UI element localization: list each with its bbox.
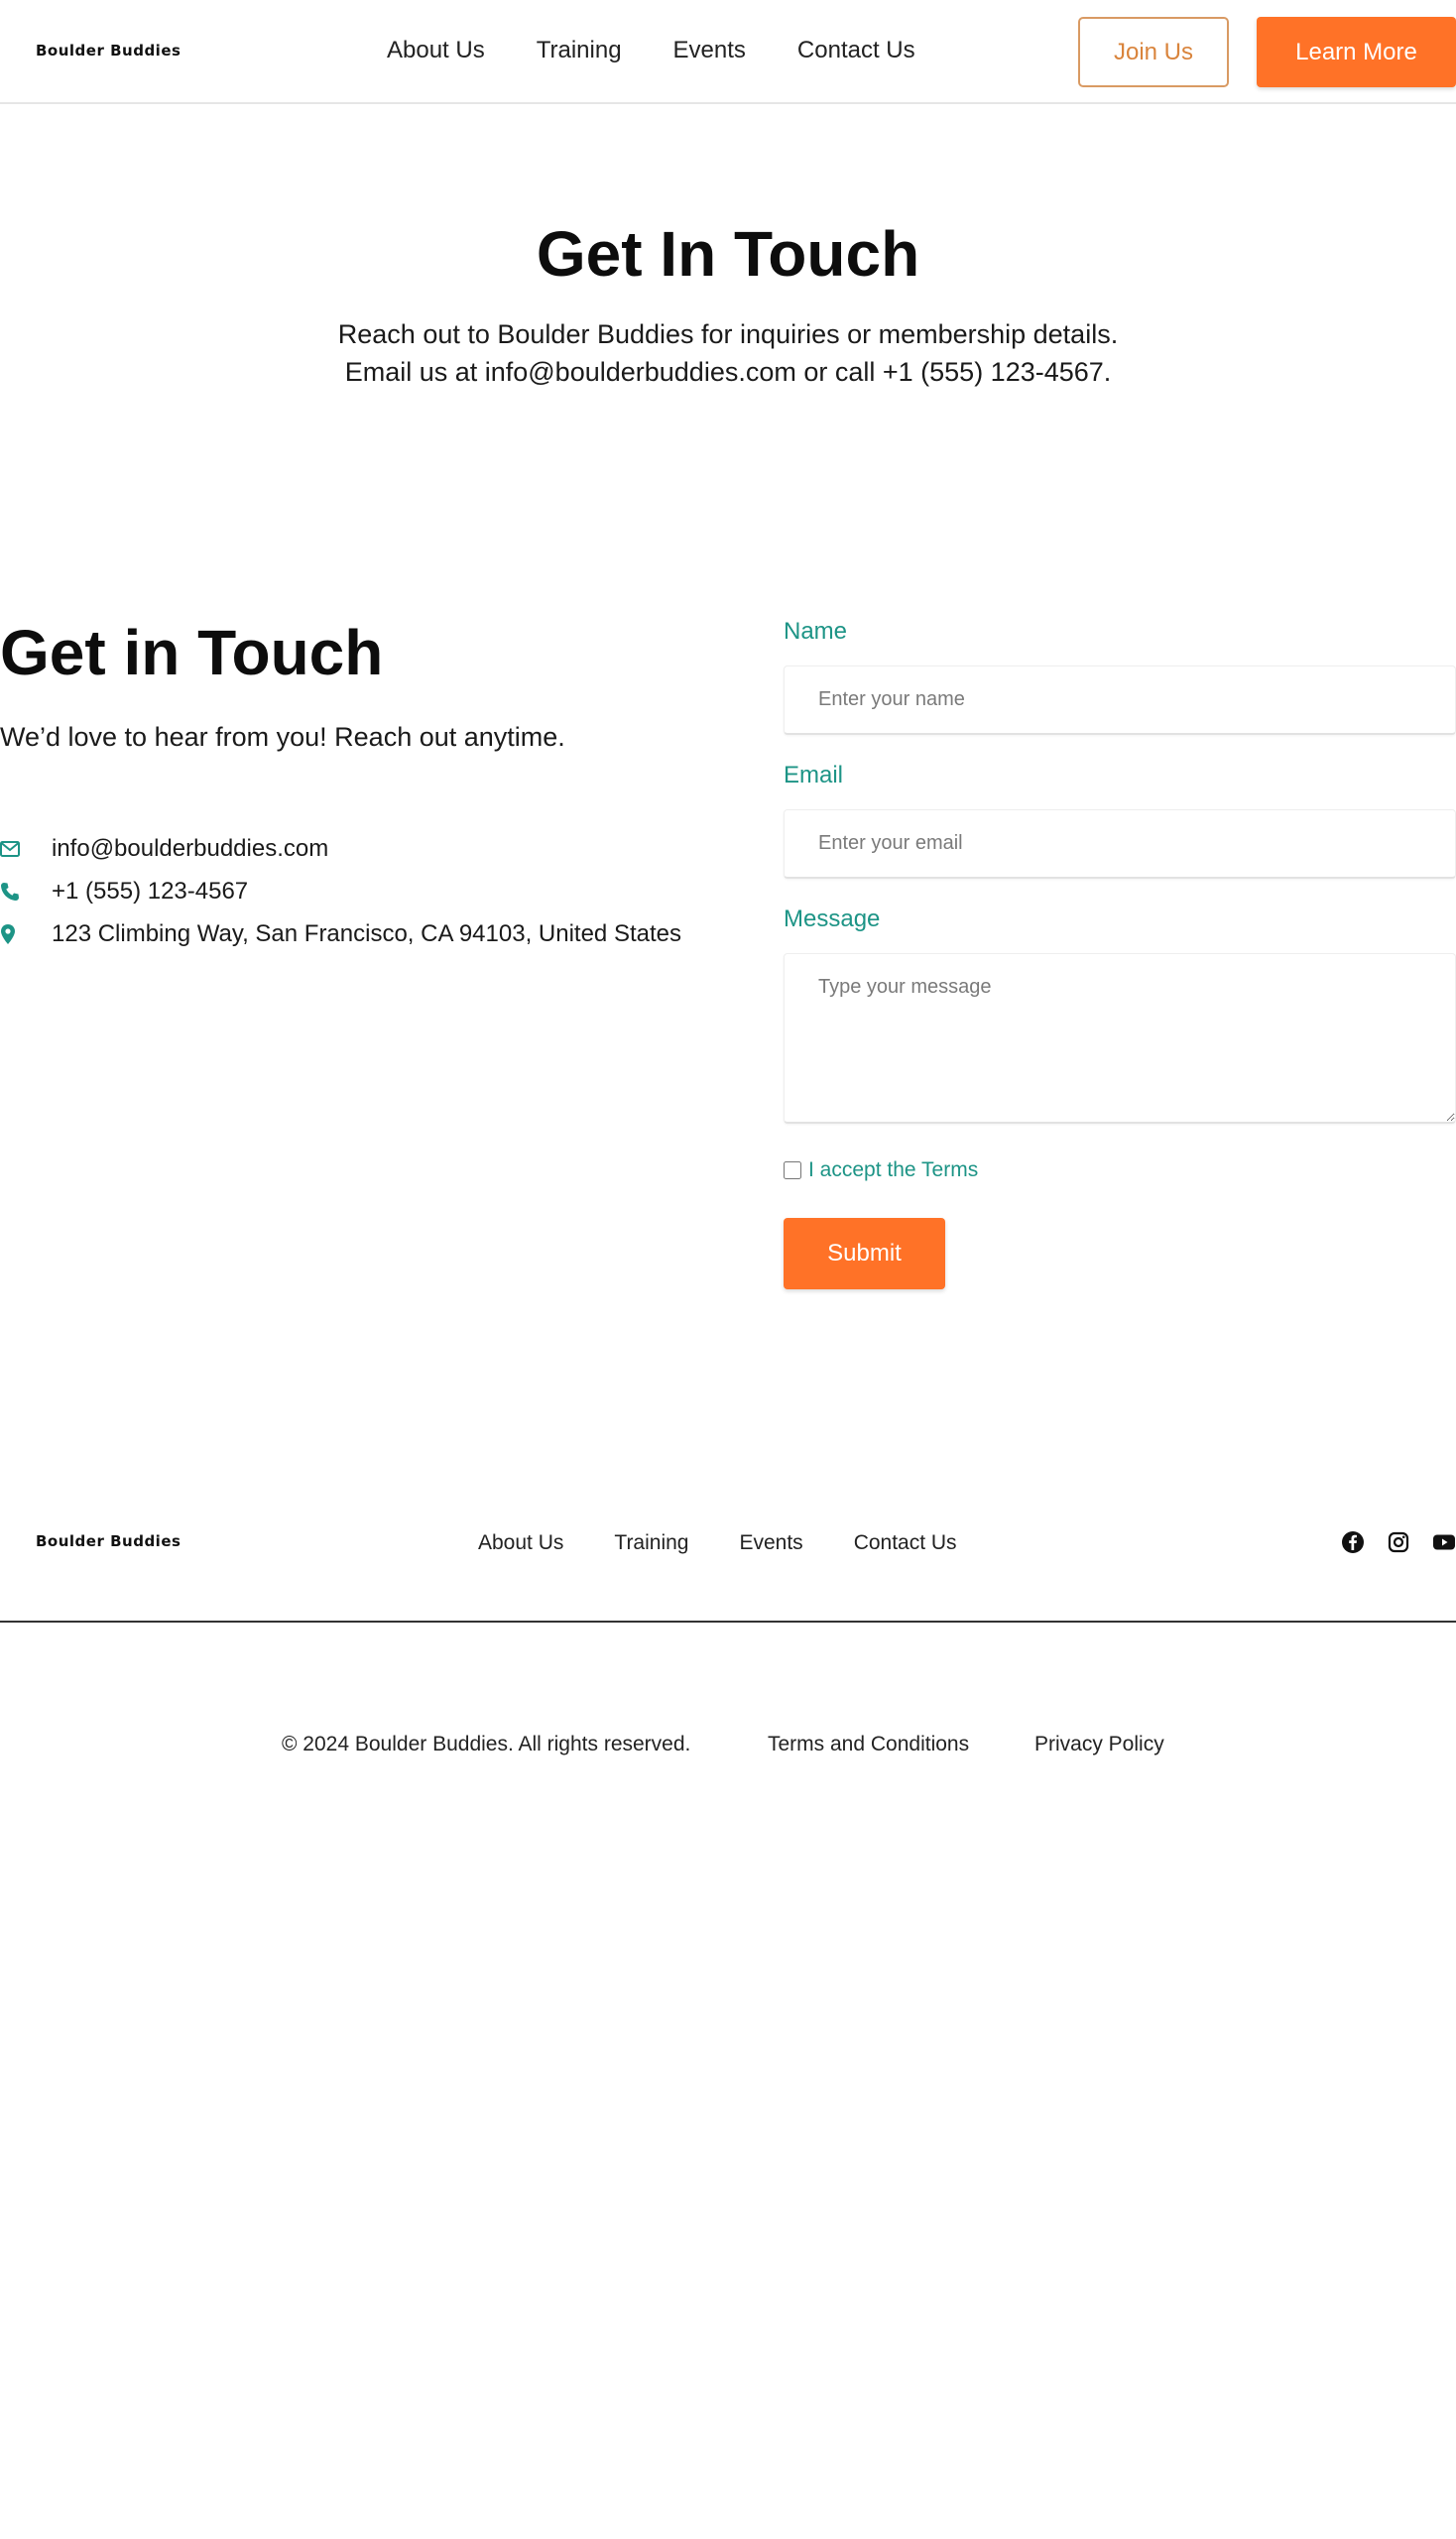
- terms-checkbox[interactable]: [784, 1161, 801, 1179]
- contact-subtitle: We’d love to hear from you! Reach out an…: [0, 722, 565, 752]
- message-label: Message: [784, 906, 881, 932]
- privacy-policy-link[interactable]: Privacy Policy: [1034, 1730, 1164, 1759]
- brand-logo[interactable]: Boulder Buddies: [36, 42, 181, 60]
- name-label: Name: [784, 618, 848, 645]
- message-textarea[interactable]: [784, 953, 1456, 1124]
- contact-info-list: info@boulderbuddies.com +1 (555) 123-456…: [0, 827, 681, 955]
- site-header: Boulder Buddies About Us Training Events…: [0, 0, 1456, 104]
- footer-nav: About Us Training Events Contact Us: [478, 1528, 957, 1558]
- nav-about-us[interactable]: About Us: [387, 34, 485, 67]
- copyright-text: © 2024 Boulder Buddies. All rights reser…: [282, 1733, 691, 1755]
- contact-address-row: 123 Climbing Way, San Francisco, CA 9410…: [0, 912, 681, 955]
- submit-button[interactable]: Submit: [784, 1218, 945, 1289]
- hero-title: Get In Touch: [536, 218, 920, 290]
- facebook-icon[interactable]: [1341, 1530, 1365, 1554]
- terms-and-conditions-link[interactable]: Terms and Conditions: [768, 1730, 969, 1759]
- social-links: [1341, 1530, 1456, 1554]
- phone-icon: [0, 880, 52, 904]
- nav-events[interactable]: Events: [673, 34, 746, 67]
- email-label: Email: [784, 762, 844, 788]
- youtube-icon[interactable]: [1432, 1530, 1456, 1554]
- footer-nav-training[interactable]: Training: [614, 1528, 688, 1558]
- contact-email[interactable]: info@boulderbuddies.com: [52, 835, 328, 863]
- nav-contact-us[interactable]: Contact Us: [797, 34, 915, 67]
- join-us-button[interactable]: Join Us: [1078, 17, 1229, 87]
- hero-line-2: Email us at info@boulderbuddies.com or c…: [344, 357, 1112, 387]
- main-nav: About Us Training Events Contact Us: [387, 34, 915, 67]
- contact-email-row: info@boulderbuddies.com: [0, 827, 681, 870]
- footer-nav-events[interactable]: Events: [739, 1528, 802, 1558]
- name-input[interactable]: [784, 665, 1456, 735]
- email-input[interactable]: [784, 809, 1456, 879]
- hero-text: Reach out to Boulder Buddies for inquiri…: [0, 315, 1456, 391]
- envelope-icon: [0, 837, 52, 861]
- footer-nav-about-us[interactable]: About Us: [478, 1528, 563, 1558]
- location-pin-icon: [0, 922, 52, 946]
- contact-address: 123 Climbing Way, San Francisco, CA 9410…: [52, 919, 681, 947]
- learn-more-button[interactable]: Learn More: [1257, 17, 1456, 87]
- footer-nav-contact-us[interactable]: Contact Us: [854, 1528, 957, 1558]
- contact-title: Get in Touch: [0, 617, 384, 688]
- contact-phone-row: +1 (555) 123-4567: [0, 870, 681, 912]
- instagram-icon[interactable]: [1387, 1530, 1410, 1554]
- footer-brand-logo[interactable]: Boulder Buddies: [36, 1532, 181, 1550]
- terms-checkbox-row[interactable]: I accept the Terms: [784, 1158, 978, 1182]
- footer-divider: [0, 1621, 1456, 1623]
- hero-line-1: Reach out to Boulder Buddies for inquiri…: [337, 319, 1119, 349]
- nav-training[interactable]: Training: [537, 34, 622, 67]
- terms-label[interactable]: I accept the Terms: [808, 1158, 978, 1182]
- contact-phone[interactable]: +1 (555) 123-4567: [52, 878, 248, 906]
